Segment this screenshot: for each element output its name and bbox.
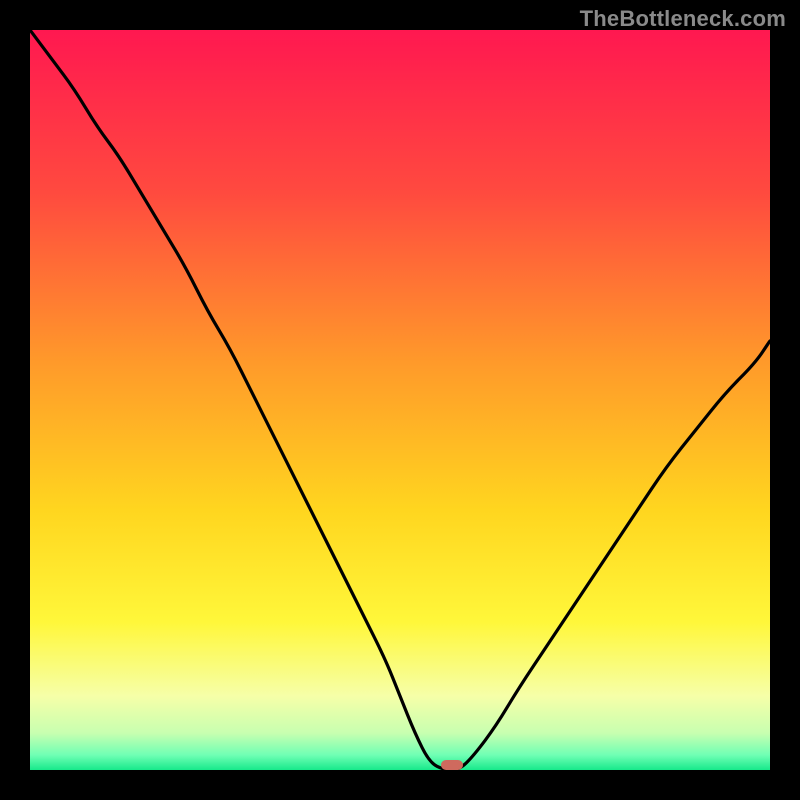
plot-area [30,30,770,770]
watermark-text: TheBottleneck.com [580,6,786,32]
bottleneck-curve [30,30,770,770]
optimal-marker [441,760,463,770]
chart-frame: TheBottleneck.com [0,0,800,800]
